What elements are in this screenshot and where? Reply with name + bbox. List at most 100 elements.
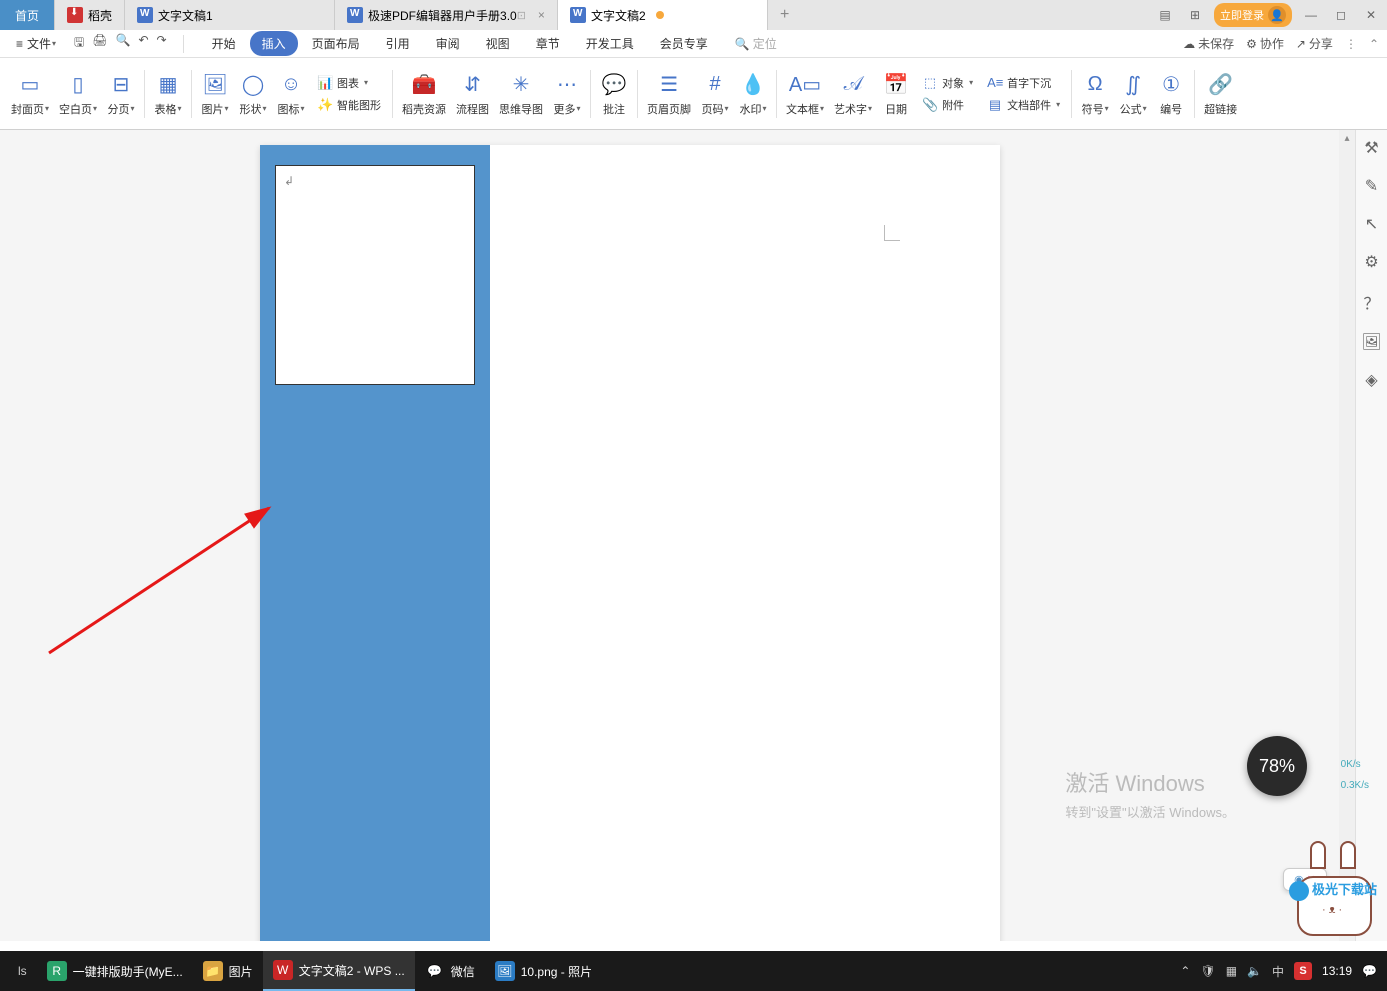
notification-icon[interactable]: 💬 — [1362, 964, 1377, 978]
share-button[interactable]: ↗ 分享 — [1296, 35, 1333, 52]
doc-parts-button[interactable]: ▤ 文档部件▾ — [984, 95, 1063, 115]
annotation-button[interactable]: 💬 批注 — [595, 64, 633, 124]
scroll-up-icon[interactable]: ▴ — [1339, 130, 1355, 146]
inner-textbox[interactable]: ↲ — [275, 165, 475, 385]
close-button[interactable]: ✕ — [1360, 4, 1382, 26]
reading-layout-icon[interactable]: ▤ — [1154, 4, 1176, 26]
more-button[interactable]: ⋯ 更多▾ — [548, 64, 586, 124]
volume-icon[interactable]: 🔈 — [1247, 964, 1262, 978]
page-number-button[interactable]: # 页码▾ — [696, 64, 734, 124]
taskbar-item-xls[interactable]: ls — [8, 951, 37, 991]
collapse-ribbon-icon[interactable]: ⌃ — [1369, 37, 1379, 51]
tab-pdf-manual[interactable]: 极速PDF编辑器用户手册3.0 ⊡ × — [335, 0, 558, 30]
ime-indicator[interactable]: 中 — [1272, 963, 1284, 980]
date-button[interactable]: 📅 日期 — [877, 64, 915, 124]
tray-expand-icon[interactable]: ⌃ — [1180, 964, 1190, 978]
taskbar-item-myeasy[interactable]: R 一键排版助手(MyE... — [37, 951, 193, 991]
document-page[interactable]: ↲ — [260, 145, 1000, 941]
mindmap-button[interactable]: ✳ 思维导图 — [494, 64, 548, 124]
picture-button[interactable]: 🖼 图片▾ — [196, 64, 234, 124]
chart-button[interactable]: 📊 图表▾ — [314, 73, 384, 93]
save-icon[interactable]: 🖫 — [74, 33, 84, 54]
tab-dev-tools[interactable]: 开发工具 — [574, 31, 646, 56]
doke-res-icon: 🧰 — [410, 71, 438, 99]
security-icon[interactable]: 🛡 — [1200, 964, 1215, 978]
print-icon[interactable]: 🖨 — [92, 33, 107, 54]
sogou-ime-icon[interactable]: S — [1294, 962, 1312, 980]
page-break-icon: ⊟ — [107, 71, 135, 99]
comment-icon: 💬 — [600, 71, 628, 99]
panel-help-icon[interactable]: ？ — [1363, 290, 1379, 314]
page-break-button[interactable]: ⊟ 分页▾ — [102, 64, 140, 124]
mindmap-icon: ✳ — [507, 71, 535, 99]
collaborate-button[interactable]: ⚙ 协作 — [1246, 35, 1284, 52]
locate-search[interactable]: 🔍 定位 — [735, 35, 777, 52]
textbox-button[interactable]: A▭ 文本框▾ — [781, 64, 829, 124]
doke-resources-button[interactable]: 🧰 稻壳资源 — [397, 64, 451, 124]
wordart-button[interactable]: 𝒜 艺术字▾ — [829, 64, 877, 124]
watermark-button[interactable]: 💧 水印▾ — [734, 64, 772, 124]
tab-doke[interactable]: 稻壳 — [55, 0, 125, 30]
more-menu-icon[interactable]: ⋮ — [1345, 37, 1357, 51]
panel-pen-icon[interactable]: ✎ — [1365, 176, 1378, 196]
system-monitor-widget[interactable]: 78% — [1247, 736, 1307, 796]
tab-doc2[interactable]: 文字文稿2 — [558, 0, 768, 30]
clock[interactable]: 13:19 — [1322, 964, 1352, 978]
file-menu[interactable]: ≡ 文件 ▾ — [8, 35, 64, 52]
hyperlink-button[interactable]: 🔗 超链接 — [1199, 64, 1242, 124]
table-button[interactable]: ▦ 表格▾ — [149, 64, 187, 124]
taskbar-item-pictures[interactable]: 📁 图片 — [193, 951, 263, 991]
tab-insert[interactable]: 插入 — [250, 31, 298, 56]
tray-grid-icon[interactable]: ▦ — [1226, 964, 1237, 978]
panel-image-icon[interactable]: 🖼 — [1361, 332, 1381, 352]
label: 10.png - 照片 — [521, 963, 592, 980]
taskbar-item-wechat[interactable]: 💬 微信 — [415, 951, 485, 991]
label: 流程图 — [456, 101, 489, 117]
smartart-button[interactable]: ✨ 智能图形 — [314, 95, 384, 115]
panel-tools-icon[interactable]: ⚒ — [1364, 138, 1378, 158]
tab-doc1[interactable]: 文字文稿1 — [125, 0, 335, 30]
object-button[interactable]: ⬚ 对象▾ — [919, 73, 976, 93]
vertical-scrollbar[interactable]: ▴ ▾ — [1339, 130, 1355, 941]
redo-icon[interactable]: ↷ — [157, 33, 167, 54]
tab-close-icon[interactable]: × — [538, 8, 545, 22]
windows-activation-watermark: 激活 Windows 转到"设置"以激活 Windows。 — [1065, 766, 1235, 821]
minimize-button[interactable]: — — [1300, 4, 1322, 26]
shapes-button[interactable]: ◯ 形状▾ — [234, 64, 272, 124]
unsaved-indicator[interactable]: ☁ 未保存 — [1183, 35, 1234, 52]
tab-page-layout[interactable]: 页面布局 — [300, 31, 372, 56]
numbering-button[interactable]: ① 编号 — [1152, 64, 1190, 124]
taskbar-item-wps[interactable]: W 文字文稿2 - WPS ... — [263, 951, 415, 991]
equation-button[interactable]: ∬ 公式▾ — [1114, 64, 1152, 124]
cover-page-button[interactable]: ▭ 封面页▾ — [6, 64, 54, 124]
icons-button[interactable]: ☺ 图标▾ — [272, 64, 310, 124]
panel-settings-icon[interactable]: ⚙ — [1364, 252, 1378, 272]
document-canvas[interactable]: ↲ 激活 Windows 转到"设置"以激活 Windows。 — [0, 130, 1355, 941]
blank-page-button[interactable]: ▯ 空白页▾ — [54, 64, 102, 124]
taskbar-item-photos[interactable]: 🖼 10.png - 照片 — [485, 951, 602, 991]
login-button[interactable]: 立即登录 — [1214, 3, 1292, 27]
symbol-button[interactable]: Ω 符号▾ — [1076, 64, 1114, 124]
tab-review[interactable]: 审阅 — [424, 31, 472, 56]
annotation-arrow-icon — [44, 498, 284, 658]
flowchart-button[interactable]: ⇵ 流程图 — [451, 64, 494, 124]
tab-pin-icon[interactable]: ⊡ — [517, 9, 526, 22]
label: 符号 — [1082, 101, 1104, 117]
panel-diamond-icon[interactable]: ◈ — [1365, 370, 1377, 390]
new-tab-button[interactable]: + — [768, 0, 801, 30]
tab-view[interactable]: 视图 — [474, 31, 522, 56]
app-grid-icon[interactable]: ⊞ — [1184, 4, 1206, 26]
header-footer-button[interactable]: ☰ 页眉页脚 — [642, 64, 696, 124]
panel-select-icon[interactable]: ↖ — [1365, 214, 1378, 234]
tab-home[interactable]: 首页 — [0, 0, 55, 30]
print-preview-icon[interactable]: 🔍 — [116, 33, 131, 54]
dropcap-button[interactable]: A≡ 首字下沉 — [984, 73, 1063, 93]
blue-sidebar-textbox[interactable]: ↲ — [260, 145, 490, 941]
attachment-button[interactable]: 📎 附件 — [919, 95, 976, 115]
tab-references[interactable]: 引用 — [374, 31, 422, 56]
tab-sections[interactable]: 章节 — [524, 31, 572, 56]
undo-icon[interactable]: ↶ — [138, 33, 148, 54]
tab-start[interactable]: 开始 — [200, 31, 248, 56]
tab-member[interactable]: 会员专享 — [648, 31, 720, 56]
maximize-button[interactable]: ◻ — [1330, 4, 1352, 26]
